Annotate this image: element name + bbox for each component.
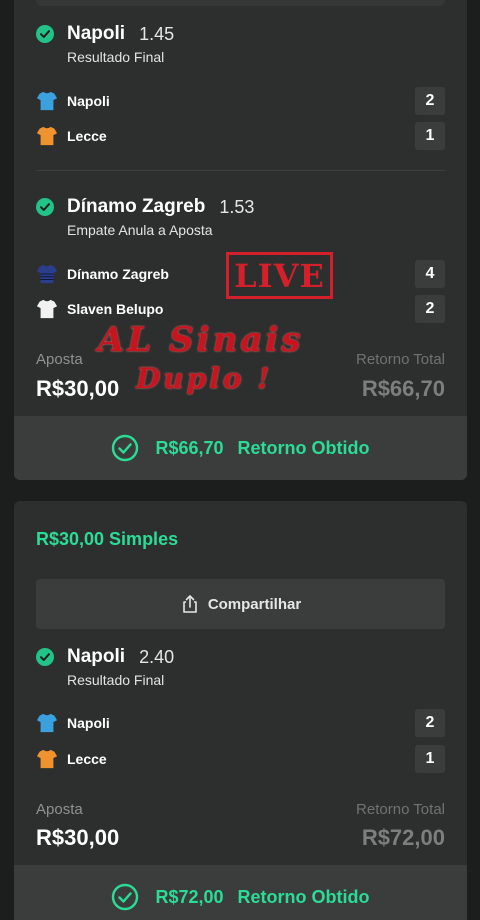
- live-text: LIVE: [234, 256, 325, 295]
- score-box: 4: [415, 260, 445, 288]
- score-box: 2: [415, 87, 445, 115]
- result-footer: R$72,00 Retorno Obtido: [14, 865, 467, 920]
- shirt-icon: [36, 126, 58, 146]
- selection-napoli: Napoli 1.45 Resultado Final Napoli 2 Lec…: [36, 21, 445, 151]
- selection-header: Dínamo Zagreb 1.53: [36, 194, 254, 220]
- score-box: 1: [415, 745, 445, 773]
- score-box: 1: [415, 122, 445, 150]
- team-name: Napoli: [67, 715, 110, 731]
- selection-odds: 1.45: [139, 23, 175, 44]
- score-box: 2: [415, 295, 445, 323]
- shirt-icon: [36, 749, 58, 769]
- check-icon: [36, 648, 54, 666]
- result-amount: R$72,00: [155, 886, 224, 907]
- selection-odds: 1.53: [219, 196, 255, 217]
- selection-team: Napoli: [67, 646, 126, 667]
- check-icon: [36, 198, 54, 216]
- selection-header: Napoli 1.45: [36, 21, 174, 47]
- team-row: Lecce 1: [36, 745, 445, 773]
- bet-card-duplo: Napoli 1.45 Resultado Final Napoli 2 Lec…: [14, 0, 467, 480]
- share-icon: [183, 595, 197, 613]
- shirt-icon: [36, 91, 58, 111]
- selection-market: Resultado Final: [67, 49, 165, 65]
- selection-odds: 2.40: [139, 646, 175, 667]
- share-button[interactable]: Compartilhar: [36, 579, 445, 629]
- result-text: Retorno Obtido: [237, 886, 370, 907]
- stake-label: Aposta: [36, 351, 83, 368]
- return-label: Retorno Total: [356, 351, 445, 368]
- team-name: Dínamo Zagreb: [67, 266, 169, 282]
- bet-title: R$30,00 Simples: [36, 529, 179, 549]
- team-name: Napoli: [67, 93, 110, 109]
- selection-team: Dínamo Zagreb: [67, 196, 206, 217]
- previous-section-strip: [36, 0, 445, 6]
- stake-value: R$30,00: [36, 376, 120, 401]
- return-value: R$66,70: [361, 376, 445, 401]
- team-row: Napoli 2: [36, 87, 445, 115]
- selection-market: Resultado Final: [67, 672, 165, 688]
- return-label: Retorno Total: [356, 801, 445, 818]
- check-icon: [36, 25, 54, 43]
- team-row: Slaven Belupo 2: [36, 295, 445, 323]
- team-name: Slaven Belupo: [67, 301, 164, 317]
- check-circle-icon: [112, 434, 139, 462]
- team-name: Lecce: [67, 751, 107, 767]
- shirt-icon: [36, 299, 58, 319]
- score-box: 2: [415, 709, 445, 737]
- selection-team: Napoli: [67, 23, 126, 44]
- selection-divider: [36, 170, 445, 171]
- result-text: Retorno Obtido: [237, 437, 370, 458]
- promo-overlay-line2: Duplo !: [136, 362, 273, 395]
- result-amount: R$66,70: [155, 437, 224, 458]
- striped-shirt-icon: [36, 264, 58, 284]
- team-row: Napoli 2: [36, 709, 445, 737]
- team-name: Lecce: [67, 128, 107, 144]
- shirt-icon: [36, 713, 58, 733]
- promo-overlay-line1: AL Sinais: [98, 320, 304, 360]
- stake-value: R$30,00: [36, 825, 120, 850]
- selection-market: Empate Anula a Aposta: [67, 222, 213, 238]
- live-badge: LIVE: [226, 252, 333, 299]
- check-circle-icon: [112, 883, 139, 911]
- bet-card-simples: R$30,00 Simples Compartilhar Napoli 2.40…: [14, 501, 467, 920]
- selection-header: Napoli 2.40: [36, 644, 174, 670]
- stake-label: Aposta: [36, 801, 83, 818]
- return-value: R$72,00: [361, 825, 445, 850]
- result-footer: R$66,70 Retorno Obtido: [14, 416, 467, 480]
- selection-napoli: Napoli 2.40 Resultado Final Napoli 2 Lec…: [36, 644, 445, 774]
- team-row: Lecce 1: [36, 122, 445, 150]
- share-label: Compartilhar: [207, 595, 302, 613]
